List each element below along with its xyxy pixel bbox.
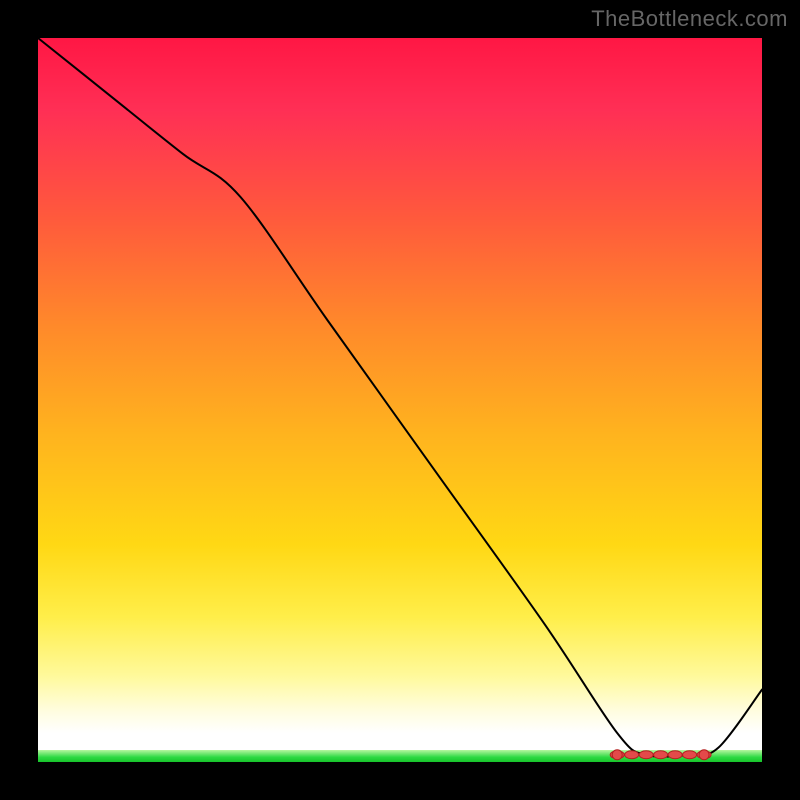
curve-path xyxy=(38,38,762,757)
marker-end xyxy=(699,750,709,760)
marker xyxy=(683,751,697,759)
chart-svg xyxy=(38,38,762,762)
marker xyxy=(639,751,653,759)
watermark-text: TheBottleneck.com xyxy=(591,6,788,32)
marker xyxy=(625,751,639,759)
marker xyxy=(654,751,668,759)
chart-frame: TheBottleneck.com xyxy=(0,0,800,800)
marker-end xyxy=(612,750,622,760)
marker xyxy=(668,751,682,759)
marker-group xyxy=(610,750,711,760)
plot-area xyxy=(38,38,762,762)
